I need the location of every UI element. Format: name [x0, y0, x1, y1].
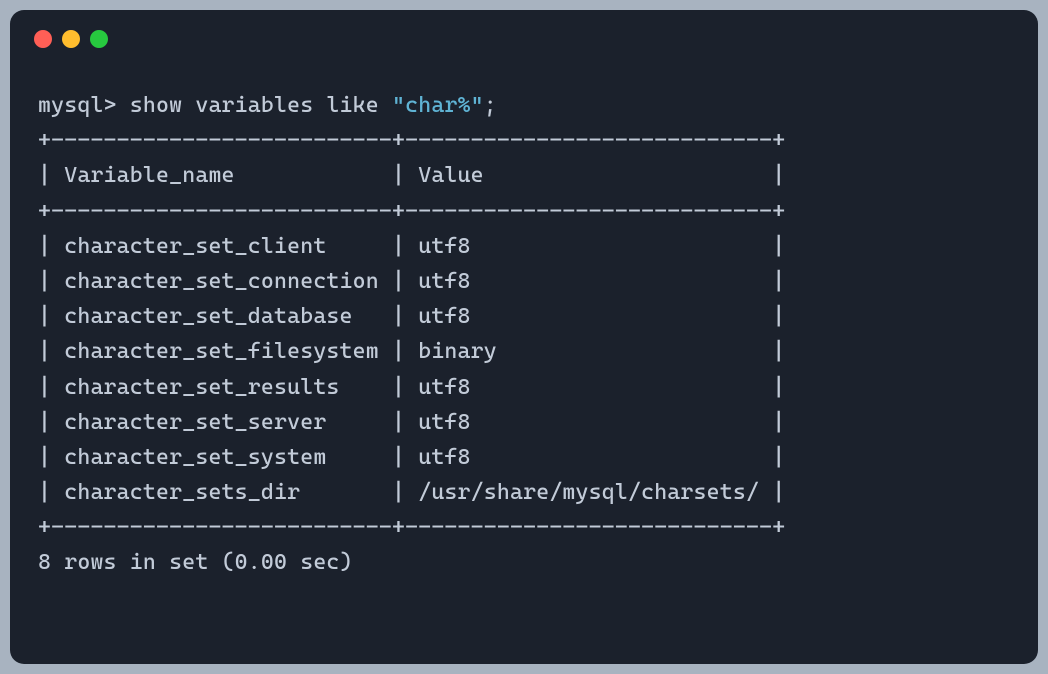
table-row: | character_set_results | utf8 |: [38, 370, 1010, 405]
table-border-bottom: +--------------------------+------------…: [38, 510, 1010, 545]
table-row: | character_set_filesystem | binary |: [38, 334, 1010, 369]
table-row: | character_set_system | utf8 |: [38, 440, 1010, 475]
table-border-top: +--------------------------+------------…: [38, 123, 1010, 158]
titlebar: [10, 10, 1038, 60]
table-row: | character_set_connection | utf8 |: [38, 264, 1010, 299]
table-row: | character_set_client | utf8 |: [38, 229, 1010, 264]
command-line: mysql> show variables like "char%";: [38, 88, 1010, 123]
table-border-mid: +--------------------------+------------…: [38, 194, 1010, 229]
command-suffix: ;: [484, 93, 497, 118]
prompt-text: mysql>: [38, 93, 130, 118]
command-string: "char%": [392, 93, 484, 118]
close-icon[interactable]: [34, 30, 52, 48]
terminal-content[interactable]: mysql> show variables like "char%"; +---…: [10, 60, 1038, 601]
minimize-icon[interactable]: [62, 30, 80, 48]
command-prefix: show variables like: [130, 93, 392, 118]
result-footer: 8 rows in set (0.00 sec): [38, 545, 1010, 580]
table-row: | character_sets_dir | /usr/share/mysql/…: [38, 475, 1010, 510]
table-row: | character_set_server | utf8 |: [38, 405, 1010, 440]
table-header-row: | Variable_name | Value |: [38, 158, 1010, 193]
terminal-window: mysql> show variables like "char%"; +---…: [10, 10, 1038, 664]
table-row: | character_set_database | utf8 |: [38, 299, 1010, 334]
maximize-icon[interactable]: [90, 30, 108, 48]
